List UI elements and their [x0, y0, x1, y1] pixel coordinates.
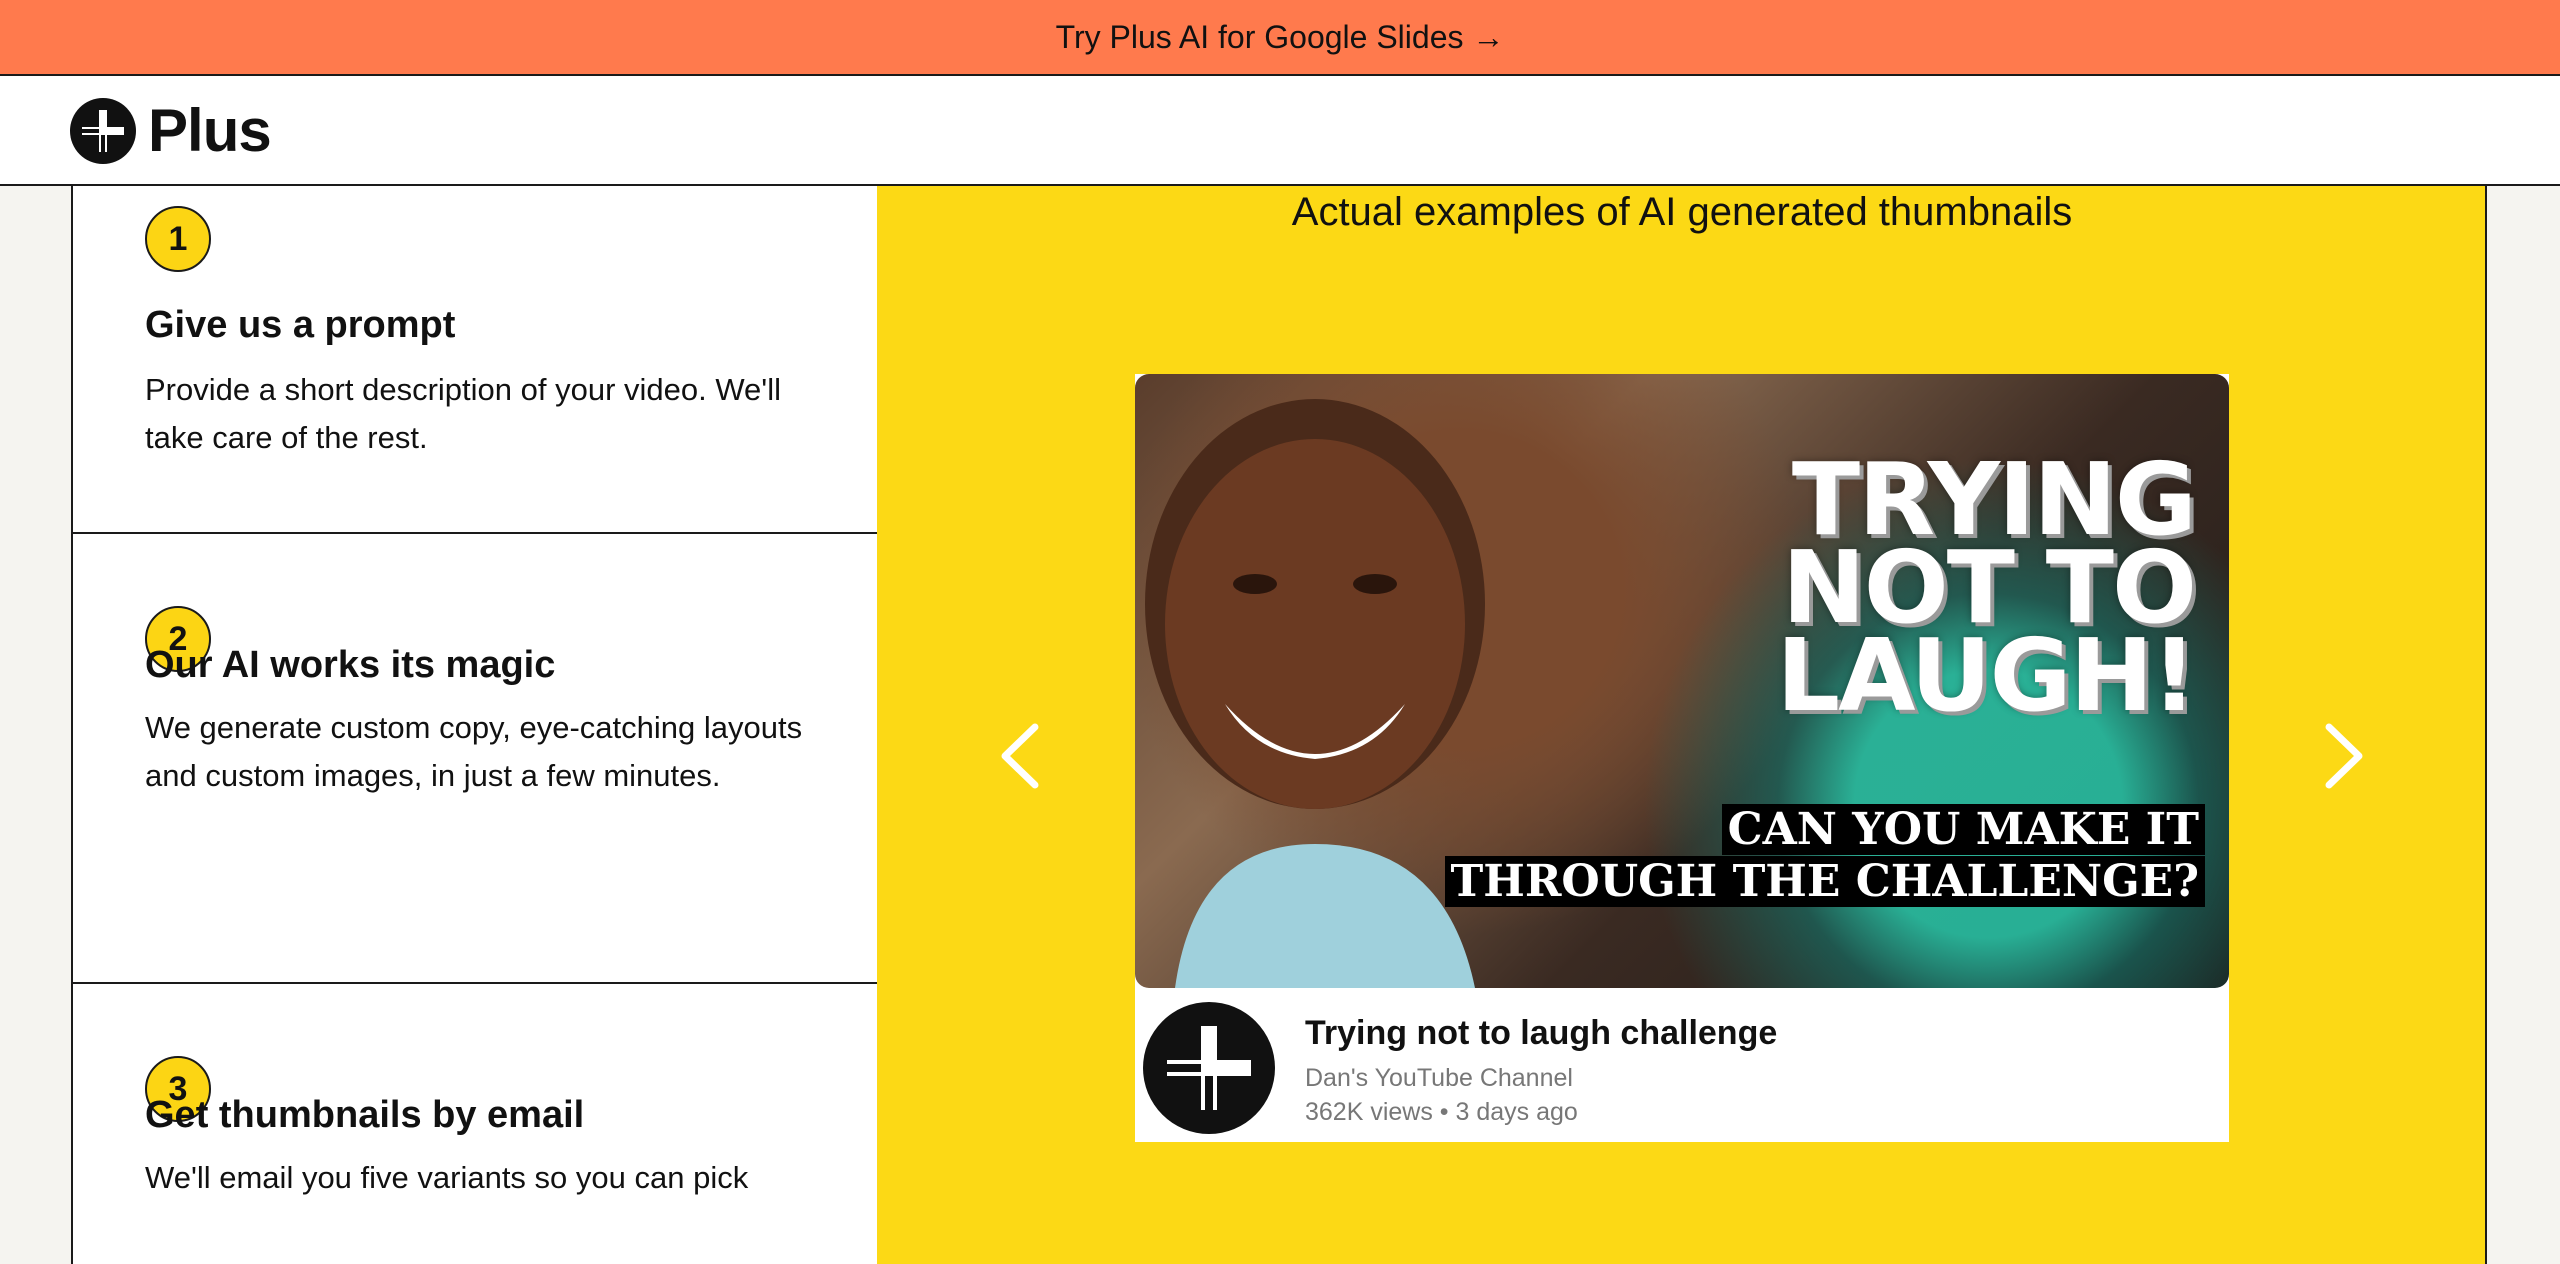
thumbnail-headline: TRYING NOT TO LAUGH!	[1776, 441, 2197, 734]
thumbnail-subline-1: CAN YOU MAKE IT	[1721, 804, 2205, 855]
step-3: 3 Get thumbnails by email We'll email yo…	[73, 984, 879, 1264]
plus-logo-icon	[1143, 1002, 1275, 1134]
chevron-left-icon	[1001, 723, 1039, 789]
steps-panel: 1 Give us a prompt Provide a short descr…	[71, 186, 881, 1264]
channel-name: Dan's YouTube Channel	[1305, 1064, 1573, 1092]
plus-logo-icon	[70, 98, 136, 164]
promo-banner: Try Plus AI for Google Slides →	[0, 0, 2560, 76]
step-title: Get thumbnails by email	[145, 1094, 585, 1136]
logo[interactable]: Plus	[70, 97, 272, 164]
thumbnail-subline-2: THROUGH THE CHALLENGE?	[1444, 856, 2205, 907]
step-title: Give us a prompt	[145, 304, 456, 346]
site-header: Plus	[0, 76, 2560, 186]
promo-banner-link[interactable]: Try Plus AI for Google Slides →	[1056, 19, 1505, 56]
carousel-prev-button[interactable]	[989, 716, 1049, 796]
video-card[interactable]: TRYING NOT TO LAUGH! CAN YOU MAKE IT THR…	[1135, 374, 2229, 1142]
logo-text: Plus	[148, 97, 272, 164]
video-thumbnail: TRYING NOT TO LAUGH! CAN YOU MAKE IT THR…	[1135, 374, 2229, 988]
step-description: We'll email you five variants so you can…	[145, 1160, 749, 1195]
video-title: Trying not to laugh challenge	[1305, 1014, 1778, 1052]
step-title: Our AI works its magic	[145, 644, 556, 686]
step-number-badge: 1	[145, 206, 211, 272]
showcase-title: Actual examples of AI generated thumbnai…	[1291, 190, 2073, 234]
chevron-right-icon	[2325, 723, 2363, 789]
step-description: We generate custom copy, eye-catching la…	[145, 710, 803, 793]
channel-avatar	[1143, 1002, 1275, 1134]
thumbnail-showcase: Actual examples of AI generated thumbnai…	[877, 186, 2487, 1264]
thumbnail-subline: CAN YOU MAKE IT THROUGH THE CHALLENGE?	[1435, 804, 2205, 908]
step-description: Provide a short description of your vide…	[145, 372, 781, 455]
step-2: 2 Our AI works its magic We generate cus…	[73, 534, 879, 984]
video-meta: 362K views • 3 days ago	[1305, 1098, 1578, 1126]
carousel-next-button[interactable]	[2315, 716, 2375, 796]
step-1: 1 Give us a prompt Provide a short descr…	[73, 186, 879, 534]
